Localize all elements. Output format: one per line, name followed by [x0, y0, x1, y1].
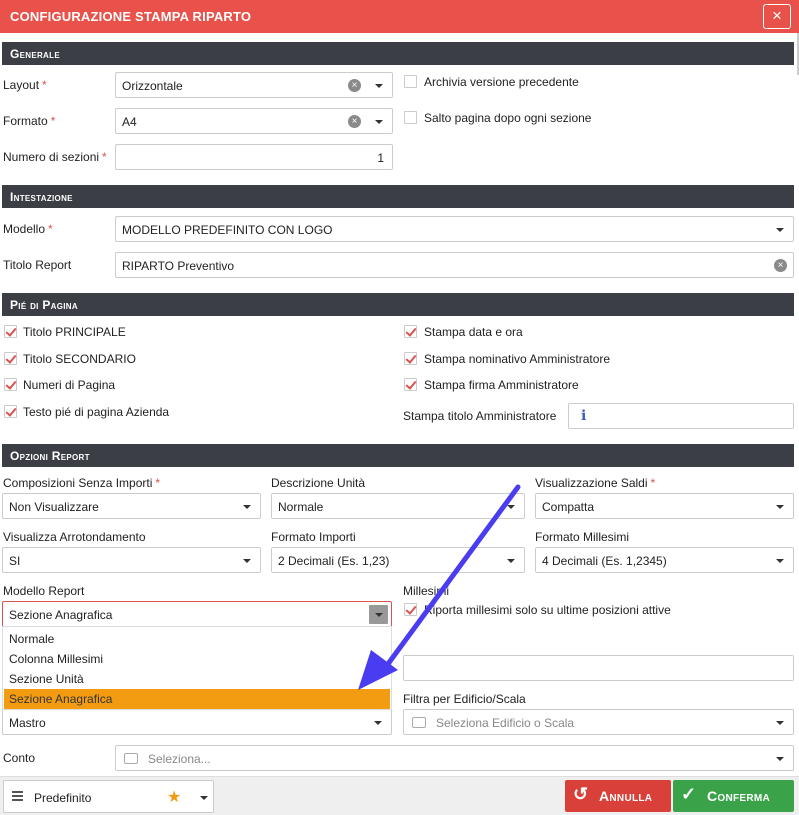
- close-button[interactable]: ×: [763, 4, 791, 29]
- chevron-down-icon: [776, 721, 784, 725]
- clear-icon[interactable]: ×: [348, 79, 361, 92]
- titolo-amministratore-label: Stampa titolo Amministratore: [403, 409, 557, 423]
- formato-millesimi-label: Formato Millesimi: [535, 530, 630, 544]
- chevron-down-icon: [375, 84, 383, 88]
- modello-label: Modello *: [3, 222, 53, 236]
- confirm-button[interactable]: ✓ Conferma: [673, 780, 794, 812]
- numeri-pagina-checkbox[interactable]: [4, 378, 17, 391]
- testo-pie-checkbox[interactable]: [4, 405, 17, 418]
- chevron-down-icon: [243, 505, 251, 509]
- archivia-label: Archivia versione precedente: [424, 75, 579, 89]
- section-generale: Generale: [2, 42, 794, 65]
- sezioni-input[interactable]: 1: [115, 144, 393, 170]
- numeri-pagina-label: Numeri di Pagina: [23, 378, 116, 392]
- salto-label: Salto pagina dopo ogni sezione: [424, 111, 592, 125]
- titolo-amministratore-input[interactable]: ℹ: [568, 403, 794, 429]
- modello-report-select[interactable]: Sezione Anagrafica: [2, 601, 392, 627]
- dropdown-option-sezione-unita[interactable]: Sezione Unità: [4, 669, 390, 689]
- chevron-down-icon: [507, 559, 515, 563]
- preset-select[interactable]: Predefinito ★: [3, 780, 214, 813]
- check-icon: ✓: [681, 784, 697, 804]
- titolo-secondario-checkbox[interactable]: [4, 352, 17, 365]
- composizioni-label: Composizioni Senza Importi *: [3, 476, 161, 490]
- layout-select[interactable]: Orizzontale ×: [115, 72, 393, 98]
- chevron-down-icon: [374, 721, 382, 725]
- formato-importi-select[interactable]: 2 Decimali (Es. 1,23): [271, 547, 525, 573]
- dialog-titlebar: CONFIGURAZIONE STAMPA RIPARTO ×: [0, 0, 799, 33]
- chevron-down-icon: [507, 505, 515, 509]
- chevron-down-icon: [776, 757, 784, 761]
- stampa-firma-label: Stampa firma Amministratore: [424, 378, 579, 392]
- undo-icon: ↺: [573, 784, 589, 804]
- millesimi-extra-input[interactable]: [403, 655, 794, 681]
- stampa-firma-checkbox[interactable]: [404, 378, 417, 391]
- dropdown-option-normale[interactable]: Normale: [4, 629, 390, 649]
- stampa-data-checkbox[interactable]: [404, 325, 417, 338]
- mastro-select[interactable]: Mastro: [2, 709, 392, 735]
- testo-pie-label: Testo pié di pagina Azienda: [23, 405, 170, 419]
- chevron-down-icon: [776, 505, 784, 509]
- stampa-nominativo-label: Stampa nominativo Amministratore: [424, 352, 611, 366]
- salto-checkbox[interactable]: [404, 111, 417, 124]
- formato-label: Formato *: [3, 114, 56, 128]
- star-icon[interactable]: ★: [167, 787, 181, 807]
- titolo-report-input[interactable]: RIPARTO Preventivo ×: [115, 252, 794, 278]
- modello-report-label: Modello Report: [3, 584, 85, 598]
- arrotondamento-select[interactable]: SI: [2, 547, 261, 573]
- chevron-down-icon: [243, 559, 251, 563]
- saldi-select[interactable]: Compatta: [535, 493, 794, 519]
- millesimi-checkbox[interactable]: [404, 603, 417, 616]
- dropdown-option-sezione-anagrafica[interactable]: Sezione Anagrafica: [4, 689, 390, 709]
- descrizione-select[interactable]: Normale: [271, 493, 525, 519]
- filtra-select[interactable]: Seleziona Edificio o Scala: [403, 709, 794, 735]
- conto-label: Conto: [3, 751, 36, 765]
- cancel-button[interactable]: ↺ Annulla: [565, 780, 671, 812]
- titolo-principale-checkbox[interactable]: [4, 325, 17, 338]
- saldi-label: Visualizzazione Saldi *: [535, 476, 656, 490]
- dialog-title: CONFIGURAZIONE STAMPA RIPARTO: [10, 9, 252, 24]
- chevron-down-icon: [375, 120, 383, 124]
- formato-millesimi-select[interactable]: 4 Decimali (Es. 1,2345): [535, 547, 794, 573]
- stampa-data-label: Stampa data e ora: [424, 325, 523, 339]
- dropdown-option-colonna-millesimi[interactable]: Colonna Millesimi: [4, 649, 390, 669]
- arrotondamento-label: Visualizza Arrotondamento: [3, 530, 146, 544]
- dropdown-toggle-button[interactable]: [369, 605, 388, 624]
- building-icon: [412, 717, 426, 728]
- filtra-label: Filtra per Edificio/Scala: [403, 692, 526, 706]
- conto-select[interactable]: Seleziona...: [115, 745, 794, 771]
- account-icon: [124, 753, 138, 764]
- composizioni-select[interactable]: Non Visualizzare: [2, 493, 261, 519]
- modello-select[interactable]: MODELLO PREDEFINITO CON LOGO: [115, 216, 794, 242]
- info-icon: ℹ: [581, 408, 587, 424]
- section-intestazione: Intestazione: [2, 185, 794, 208]
- formato-select[interactable]: A4 ×: [115, 108, 393, 134]
- sezioni-label: Numero di sezioni *: [3, 150, 107, 164]
- titolo-secondario-label: Titolo SECONDARIO: [23, 352, 136, 366]
- archivia-checkbox[interactable]: [404, 75, 417, 88]
- close-icon: ×: [772, 6, 782, 25]
- titolo-principale-label: Titolo PRINCIPALE: [23, 325, 126, 339]
- chevron-down-icon: [776, 228, 784, 232]
- chevron-down-icon: [375, 613, 383, 617]
- modello-report-dropdown: Normale Colonna Millesimi Sezione Unità …: [2, 626, 392, 710]
- section-opzioni-report: Opzioni Report: [2, 444, 794, 467]
- stampa-nominativo-checkbox[interactable]: [404, 352, 417, 365]
- clear-icon[interactable]: ×: [774, 259, 787, 272]
- clear-icon[interactable]: ×: [348, 115, 361, 128]
- layout-label: Layout *: [3, 78, 47, 92]
- descrizione-label: Descrizione Unità: [271, 476, 366, 490]
- millesimi-label: Millesimi: [403, 584, 449, 598]
- dialog-footer: Predefinito ★ ↺ Annulla ✓ Conferma: [0, 776, 799, 815]
- millesimi-check-label: Riporta millesimi solo su ultime posizio…: [424, 603, 671, 617]
- formato-importi-label: Formato Importi: [271, 530, 356, 544]
- chevron-down-icon: [776, 559, 784, 563]
- chevron-down-icon: [200, 796, 208, 800]
- list-icon: [12, 791, 23, 802]
- section-pie-di-pagina: Pié di Pagina: [2, 293, 794, 316]
- titolo-report-label: Titolo Report: [3, 258, 72, 272]
